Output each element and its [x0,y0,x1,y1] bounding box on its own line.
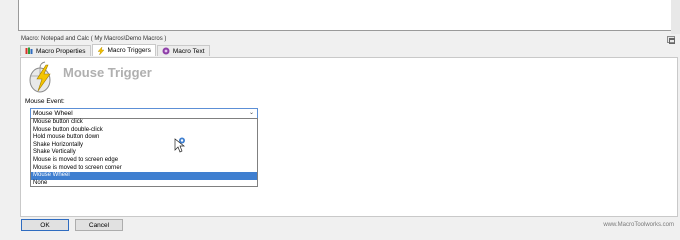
option-mouse-button-double-click[interactable]: Mouse button double-click [31,127,257,135]
macro-properties-window: Macro: Notepad and Calc ( My Macros\Demo… [18,34,680,233]
ok-button[interactable]: OK [21,219,69,231]
tab-label: Macro Text [172,47,205,55]
trigger-title: Mouse Trigger [63,65,152,80]
dropdown-selected-value: Mouse Wheel [33,110,73,117]
window-title: Macro: Notepad and Calc ( My Macros\Demo… [21,36,167,42]
tab-label: Macro Properties [36,47,86,55]
lightning-icon [97,45,105,55]
tab-macro-triggers[interactable]: Macro Triggers [91,44,156,56]
option-mouse-wheel[interactable]: Mouse Wheel [31,172,257,180]
tab-label: Macro Triggers [107,47,151,54]
mouse-trigger-icon [26,61,56,93]
option-screen-edge[interactable]: Mouse is moved to screen edge [31,157,257,165]
dialog-footer: OK Cancel www.MacroToolworks.com [18,219,680,233]
tab-strip: Macro Properties Macro Triggers Macro Te… [20,44,211,57]
macro-text-editor[interactable] [18,0,672,31]
cancel-button[interactable]: Cancel [75,219,123,231]
mouse-event-options-list: Mouse button click Mouse button double-c… [30,118,258,187]
option-mouse-button-click[interactable]: Mouse button click [31,119,257,127]
option-hold-mouse-button-down[interactable]: Hold mouse button down [31,134,257,142]
top-editor-pane [0,0,680,34]
tab-macro-properties[interactable]: Macro Properties [20,45,91,56]
restore-window-button[interactable] [667,36,675,44]
right-strip [671,0,680,34]
chevron-down-icon[interactable]: ⌄ [249,109,254,116]
properties-icon [25,47,33,55]
mouse-event-label: Mouse Event: [25,98,65,105]
mouse-cursor-icon [174,137,188,153]
tab-macro-text[interactable]: Macro Text [156,45,210,56]
option-shake-vertically[interactable]: Shake Vertically [31,149,257,157]
triggers-panel: Mouse Trigger Mouse Event: Mouse Wheel ⌄… [20,57,678,217]
option-screen-corner[interactable]: Mouse is moved to screen corner [31,165,257,173]
website-link[interactable]: www.MacroToolworks.com [603,222,674,228]
option-shake-horizontally[interactable]: Shake Horizontally [31,142,257,150]
script-icon [162,47,170,55]
option-none[interactable]: None [31,180,257,188]
